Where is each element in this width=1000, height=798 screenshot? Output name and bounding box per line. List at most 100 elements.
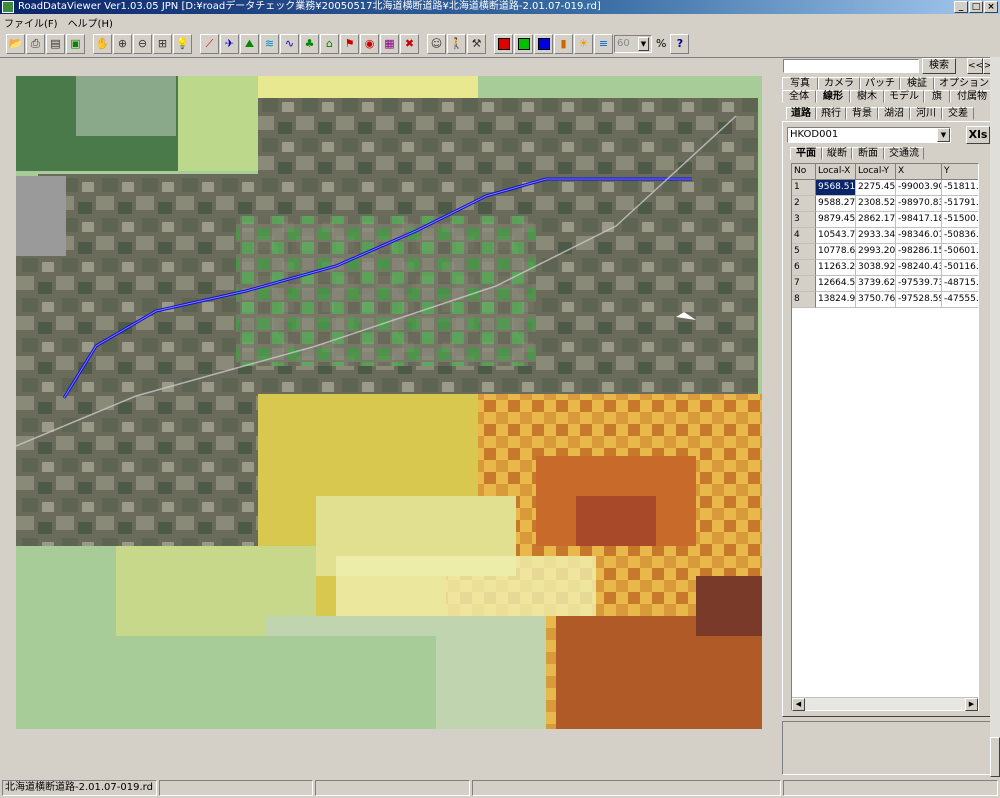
prev-button[interactable]: << — [967, 58, 983, 74]
color-bars-icon[interactable]: ▮ — [554, 33, 573, 54]
menu-help[interactable]: ヘルプ(H) — [68, 15, 113, 30]
print-preview-icon[interactable]: ▤ — [46, 33, 65, 54]
chevron-down-icon[interactable]: ▼ — [937, 128, 950, 142]
tab-alignment[interactable]: 線形 — [816, 90, 850, 103]
map-view[interactable] — [16, 76, 762, 729]
lake-icon[interactable]: ≋ — [260, 33, 279, 54]
tab-all[interactable]: 全体 — [782, 90, 816, 103]
tab-background[interactable]: 背景 — [846, 107, 878, 120]
tab-flight[interactable]: 飛行 — [816, 107, 846, 120]
table-cell[interactable]: -50116.9 — [942, 260, 978, 276]
help-icon[interactable]: ? — [670, 33, 690, 54]
table-cell[interactable]: 2862.17 — [856, 212, 896, 228]
table-cell[interactable]: 2275.45 — [856, 180, 896, 196]
open-folder-icon[interactable]: 📂 — [6, 33, 25, 54]
table-cell[interactable]: -48715.6 — [942, 276, 978, 292]
table-cell[interactable]: -99003.90 — [896, 180, 942, 196]
xls-button[interactable]: Xls — [966, 126, 990, 144]
zoom-out-icon[interactable]: ⊖ — [133, 33, 152, 54]
scroll-right-icon[interactable]: ▶ — [965, 698, 978, 711]
tab-option[interactable]: オプション — [934, 77, 994, 90]
table-cell[interactable]: -97528.59 — [896, 292, 942, 308]
table-cell[interactable]: 9588.27 — [816, 196, 856, 212]
camera-icon[interactable]: ☺ — [427, 33, 446, 54]
print-icon[interactable]: ⎙ — [26, 33, 45, 54]
zoom-select[interactable]: 60 ▼ — [614, 34, 652, 53]
table-cell[interactable]: -50601.5 — [942, 244, 978, 260]
table-cell[interactable]: 2993.20 — [856, 244, 896, 260]
table-cell[interactable]: -98346.01 — [896, 228, 942, 244]
tab-model[interactable]: モデル — [884, 90, 924, 103]
search-input[interactable] — [783, 59, 919, 73]
maximize-button[interactable]: □ — [969, 1, 983, 13]
table-row[interactable]: 813824.953750.76-97528.59-47555.2 — [792, 292, 978, 308]
column-header[interactable]: Local-Y — [856, 164, 896, 180]
export-icon[interactable]: ▣ — [66, 33, 85, 54]
tab-trees[interactable]: 樹木 — [850, 90, 884, 103]
table-cell[interactable]: -98417.18 — [896, 212, 942, 228]
tab-flag[interactable]: 旗 — [924, 90, 950, 103]
table-cell[interactable]: 12664.56 — [816, 276, 856, 292]
row-number[interactable]: 5 — [792, 244, 816, 260]
tools-icon[interactable]: ⚒ — [467, 33, 486, 54]
flag-icon[interactable]: ⚑ — [340, 33, 359, 54]
row-number[interactable]: 2 — [792, 196, 816, 212]
table-cell[interactable]: -47555.2 — [942, 292, 978, 308]
table-row[interactable]: 410543.702933.34-98346.01-50836.4 — [792, 228, 978, 244]
tab-camera[interactable]: カメラ — [818, 77, 860, 90]
zoom-in-icon[interactable]: ⊕ — [113, 33, 132, 54]
table-cell[interactable]: 13824.95 — [816, 292, 856, 308]
tab-lake[interactable]: 湖沼 — [878, 107, 910, 120]
river-icon[interactable]: ∿ — [280, 33, 299, 54]
table-row[interactable]: 611263.203038.92-98240.43-50116.9 — [792, 260, 978, 276]
model-icon[interactable]: ⌂ — [320, 33, 339, 54]
table-cell[interactable]: 10778.64 — [816, 244, 856, 260]
column-header[interactable]: Y — [942, 164, 978, 180]
scroll-thumb[interactable] — [990, 737, 1000, 777]
table-cell[interactable]: 3739.62 — [856, 276, 896, 292]
search-button[interactable]: 検索 — [922, 58, 956, 74]
table-cell[interactable]: 9568.51 — [816, 180, 856, 196]
tab-profile[interactable]: 縦断 — [822, 147, 852, 160]
table-cell[interactable]: 9879.45 — [816, 212, 856, 228]
tab-accessory[interactable]: 付属物 — [950, 90, 994, 103]
row-number[interactable]: 6 — [792, 260, 816, 276]
menu-file[interactable]: ファイル(F) — [4, 15, 58, 30]
row-number[interactable]: 3 — [792, 212, 816, 228]
table-cell[interactable]: 3750.76 — [856, 292, 896, 308]
terrain-icon[interactable]: ⛰ — [240, 33, 259, 54]
table-cell[interactable]: -98286.15 — [896, 244, 942, 260]
row-number[interactable]: 7 — [792, 276, 816, 292]
tab-plan[interactable]: 平面 — [790, 147, 822, 160]
green-color-icon[interactable] — [514, 33, 533, 54]
tab-traffic[interactable]: 交通流 — [884, 147, 924, 160]
table-row[interactable]: 712664.563739.62-97539.73-48715.6 — [792, 276, 978, 292]
table-cell[interactable]: 10543.70 — [816, 228, 856, 244]
chevron-down-icon[interactable]: ▼ — [638, 36, 649, 51]
table-cell[interactable]: 2933.34 — [856, 228, 896, 244]
pointer-icon[interactable]: ✋ — [93, 33, 112, 54]
table-cell[interactable]: 3038.92 — [856, 260, 896, 276]
tab-patch[interactable]: パッチ — [860, 77, 900, 90]
tab-section[interactable]: 断面 — [852, 147, 884, 160]
cross-icon[interactable]: ✖ — [400, 33, 419, 54]
lightbulb-icon[interactable]: 💡 — [173, 33, 192, 54]
vertical-scrollbar[interactable] — [990, 57, 1000, 777]
road-line-icon[interactable]: ⟋ — [200, 33, 219, 54]
tree-icon[interactable]: ♣ — [300, 33, 319, 54]
tab-intersection[interactable]: 交差 — [942, 107, 974, 120]
table-row[interactable]: 39879.452862.17-98417.18-51500.7 — [792, 212, 978, 228]
tab-verify[interactable]: 検証 — [900, 77, 934, 90]
tab-road[interactable]: 道路 — [786, 107, 816, 120]
flight-icon[interactable]: ✈ — [220, 33, 239, 54]
column-header[interactable]: Local-X — [816, 164, 856, 180]
road-select[interactable]: HKOD001 ▼ — [787, 127, 951, 143]
record-icon[interactable]: ◉ — [360, 33, 379, 54]
table-cell[interactable]: 2308.52 — [856, 196, 896, 212]
layers-icon[interactable]: ≡ — [594, 33, 613, 54]
sun-icon[interactable]: ☀ — [574, 33, 593, 54]
blue-color-icon[interactable] — [534, 33, 553, 54]
row-number[interactable]: 1 — [792, 180, 816, 196]
walk-icon[interactable]: 🚶 — [447, 33, 466, 54]
row-number[interactable]: 4 — [792, 228, 816, 244]
